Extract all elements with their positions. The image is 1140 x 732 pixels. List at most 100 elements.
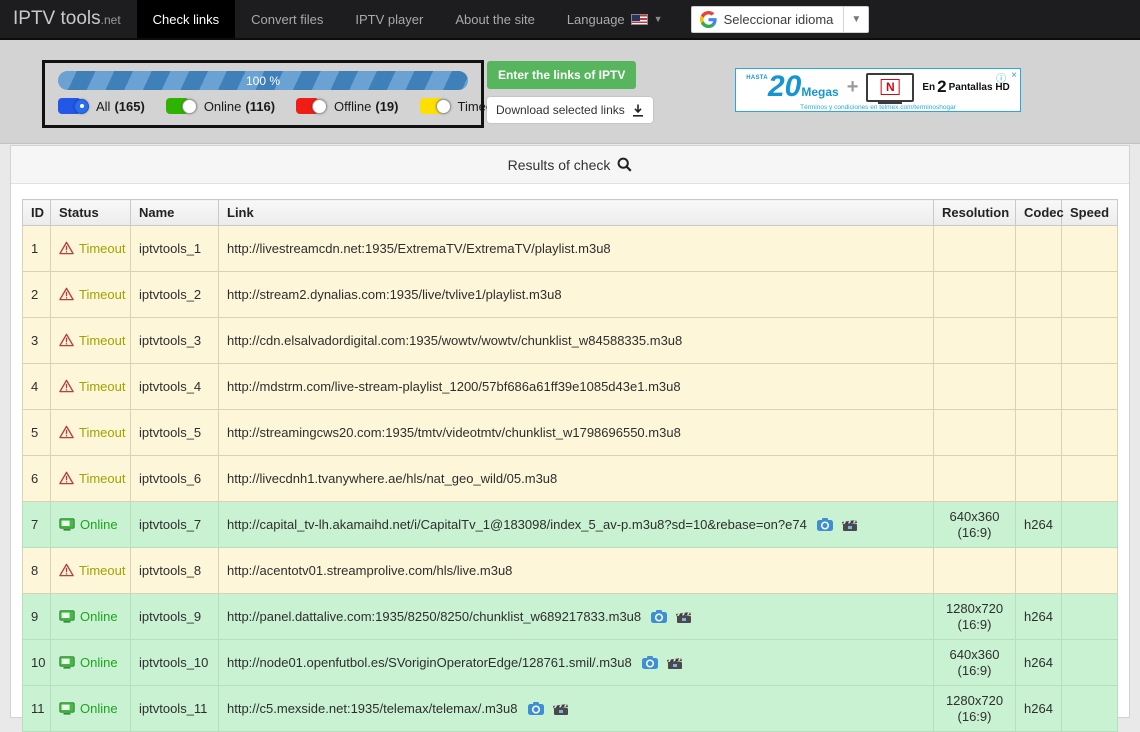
stream-url: http://c5.mexside.net:1935/telemax/telem…: [227, 701, 518, 716]
camera-icon[interactable]: [817, 518, 833, 531]
filter-radio[interactable]: [182, 99, 197, 114]
ad-megas-offer: HASTA 20 Megas: [746, 72, 838, 102]
camera-icon[interactable]: [642, 656, 658, 669]
tv-online-icon: [59, 701, 75, 716]
table-row: 9Onlineiptvtools_9http://panel.dattalive…: [23, 594, 1118, 640]
table-row: 7Onlineiptvtools_7http://capital_tv-lh.a…: [23, 502, 1118, 548]
navbar: IPTV tools.net Check links Convert files…: [0, 0, 1140, 40]
table-row: 6Timeoutiptvtools_6http://livecdnh1.tvan…: [23, 456, 1118, 502]
cell-name: iptvtools_2: [131, 272, 219, 318]
results-table: ID Status Name Link Resolution Codec Spe…: [22, 199, 1118, 732]
cell-name: iptvtools_7: [131, 502, 219, 548]
cell-codec: [1016, 364, 1062, 410]
cell-speed: [1062, 226, 1118, 272]
nav-item-check-links[interactable]: Check links: [137, 0, 235, 38]
filter-radio[interactable]: [436, 99, 451, 114]
col-header-codec[interactable]: Codec: [1016, 200, 1062, 226]
status-label: Timeout: [79, 425, 125, 440]
cell-speed: [1062, 272, 1118, 318]
status-label: Timeout: [79, 563, 125, 578]
site-logo[interactable]: IPTV tools.net: [0, 8, 137, 30]
cell-status: Online: [51, 502, 131, 548]
cell-id: 3: [23, 318, 51, 364]
filter-radio[interactable]: [312, 99, 327, 114]
cell-status: Timeout: [51, 548, 131, 594]
nav-item-label: Check links: [153, 12, 219, 27]
enter-links-button[interactable]: Enter the links of IPTV: [487, 61, 636, 89]
nav-item-iptv-player[interactable]: IPTV player: [339, 0, 439, 38]
warning-triangle-icon: [59, 563, 74, 578]
download-label: Download selected links: [496, 103, 625, 117]
cell-link: http://streamingcws20.com:1935/tmtv/vide…: [219, 410, 934, 456]
ad-close-icon[interactable]: ×: [1011, 70, 1017, 85]
col-header-name[interactable]: Name: [131, 200, 219, 226]
cell-codec: [1016, 318, 1062, 364]
cell-speed: [1062, 594, 1118, 640]
filter-count: (165): [114, 99, 144, 114]
nav-item-about[interactable]: About the site: [439, 0, 551, 38]
check-progress-box: 100 % All(165)Online(116)Offline(19)Time…: [42, 60, 484, 128]
translate-dropdown-arrow[interactable]: ▼: [843, 7, 868, 32]
cell-resolution: [934, 410, 1016, 456]
col-header-status[interactable]: Status: [51, 200, 131, 226]
status-label: Online: [80, 609, 118, 624]
cell-codec: [1016, 272, 1062, 318]
clapperboard-icon[interactable]: [842, 518, 857, 531]
cell-id: 6: [23, 456, 51, 502]
ad-terms-text: Términos y condiciones en telmex.com/ter…: [736, 104, 1020, 111]
search-icon[interactable]: [617, 157, 632, 172]
tv-online-icon: [59, 655, 75, 670]
col-header-speed[interactable]: Speed: [1062, 200, 1118, 226]
cell-status: Online: [51, 640, 131, 686]
cell-link: http://panel.dattalive.com:1935/8250/825…: [219, 594, 934, 640]
cell-id: 8: [23, 548, 51, 594]
ad-megas-label: Megas: [801, 85, 838, 99]
filter-all[interactable]: All(165): [58, 98, 145, 114]
cell-name: iptvtools_11: [131, 686, 219, 732]
stream-url: http://streamingcws20.com:1935/tmtv/vide…: [227, 425, 681, 440]
chevron-down-icon: ▼: [654, 14, 663, 24]
download-selected-button[interactable]: Download selected links: [487, 97, 653, 123]
filter-count: (116): [245, 99, 275, 114]
camera-icon[interactable]: [528, 702, 544, 715]
nav-item-label: Convert files: [251, 12, 323, 27]
filter-online[interactable]: Online(116): [166, 98, 275, 114]
cell-speed: [1062, 318, 1118, 364]
cell-resolution: [934, 364, 1016, 410]
ad-banner[interactable]: HASTA 20 Megas + N En 2 Pantallas HD ⓘ ×…: [735, 68, 1021, 112]
nav-item-label: About the site: [455, 12, 535, 27]
cell-status: Timeout: [51, 364, 131, 410]
stream-url: http://panel.dattalive.com:1935/8250/825…: [227, 609, 641, 624]
clapperboard-icon[interactable]: [553, 702, 568, 715]
status-label: Online: [80, 517, 118, 532]
camera-icon[interactable]: [651, 610, 667, 623]
cell-codec: [1016, 548, 1062, 594]
col-header-resolution[interactable]: Resolution: [934, 200, 1016, 226]
ad-plus-sign: +: [847, 76, 859, 99]
status-filters: All(165)Online(116)Offline(19)Timeout(30…: [58, 98, 468, 114]
col-header-link[interactable]: Link: [219, 200, 934, 226]
cell-name: iptvtools_10: [131, 640, 219, 686]
table-row: 11Onlineiptvtools_11http://c5.mexside.ne…: [23, 686, 1118, 732]
nav-item-language[interactable]: Language ▼: [551, 0, 679, 38]
warning-triangle-icon: [59, 379, 74, 394]
cell-resolution: [934, 548, 1016, 594]
us-flag-icon: [631, 14, 648, 25]
status-label: Online: [80, 701, 118, 716]
clapperboard-icon[interactable]: [676, 610, 691, 623]
stream-url: http://mdstrm.com/live-stream-playlist_1…: [227, 379, 681, 394]
status-label: Timeout: [79, 333, 125, 348]
table-row: 5Timeoutiptvtools_5http://streamingcws20…: [23, 410, 1118, 456]
results-panel: Results of check ID Status Name Link Res…: [10, 145, 1130, 718]
clapperboard-icon[interactable]: [667, 656, 682, 669]
filter-radio[interactable]: [74, 99, 89, 114]
stream-url: http://stream2.dynalias.com:1935/live/tv…: [227, 287, 562, 302]
nav-item-convert-files[interactable]: Convert files: [235, 0, 339, 38]
ad-info-icon[interactable]: ⓘ: [996, 70, 1006, 85]
cell-status: Timeout: [51, 226, 131, 272]
google-translate-select[interactable]: Seleccionar idioma ▼: [691, 6, 870, 33]
filter-offline[interactable]: Offline(19): [296, 98, 398, 114]
cell-speed: [1062, 640, 1118, 686]
col-header-id[interactable]: ID: [23, 200, 51, 226]
status-label: Online: [80, 655, 118, 670]
